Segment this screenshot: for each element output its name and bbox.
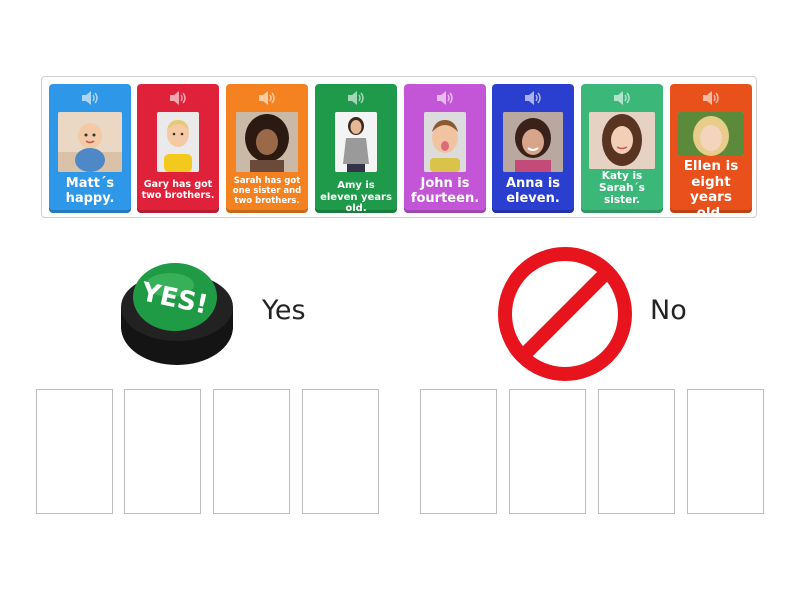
yes-drop-slot[interactable] [213,389,290,514]
no-label: No [650,295,687,326]
girl-smile-photo [503,112,563,172]
speaker-icon[interactable] [257,90,277,106]
blonde-girl-photo [678,112,744,156]
teen-girl-photo [589,112,655,169]
speaker-icon[interactable] [612,90,632,106]
no-drop-slot[interactable] [598,389,675,514]
yes-drop-slot[interactable] [36,389,113,514]
speaker-icon[interactable] [435,90,455,106]
girl-curly-photo [236,112,298,172]
boy-tongue-photo [424,112,466,172]
yes-drop-slot[interactable] [124,389,201,514]
card-caption: Ellen is eight years old. [683,158,739,221]
card-caption: Amy is eleven years old. [320,180,392,214]
card-gary[interactable]: Gary has got two brothers. [137,84,219,213]
woman-photo [335,112,377,172]
card-anna[interactable]: Anna is eleven. [492,84,574,213]
yes-drop-slot[interactable] [302,389,379,514]
no-drop-slot[interactable] [509,389,586,514]
boy-photo [157,112,199,172]
no-drop-slot[interactable] [420,389,497,514]
card-matt[interactable]: Matt´s happy. [49,84,131,213]
yes-button-icon: YES! [121,263,233,365]
baby-photo [58,112,122,172]
speaker-icon[interactable] [346,90,366,106]
card-caption: Gary has got two brothers. [141,179,215,201]
speaker-icon[interactable] [523,90,543,106]
card-caption: Matt´s happy. [65,176,115,206]
yes-label: Yes [262,295,306,326]
no-drop-slot[interactable] [687,389,764,514]
card-katy[interactable]: Katy is Sarah´s sister. [581,84,663,213]
card-sarah[interactable]: Sarah has got one sister and two brother… [226,84,308,213]
card-caption: Anna is eleven. [505,176,561,206]
card-amy[interactable]: Amy is eleven years old. [315,84,397,214]
speaker-icon[interactable] [168,90,188,106]
card-john[interactable]: John is fourteen. [404,84,486,213]
speaker-icon[interactable] [80,90,100,106]
card-caption: Katy is Sarah´s sister. [599,170,645,207]
no-sign-icon [498,247,632,381]
card-ellen[interactable]: Ellen is eight years old. [670,84,752,220]
speaker-icon[interactable] [701,90,721,106]
card-caption: Sarah has got one sister and two brother… [232,176,302,206]
card-caption: John is fourteen. [410,176,480,206]
